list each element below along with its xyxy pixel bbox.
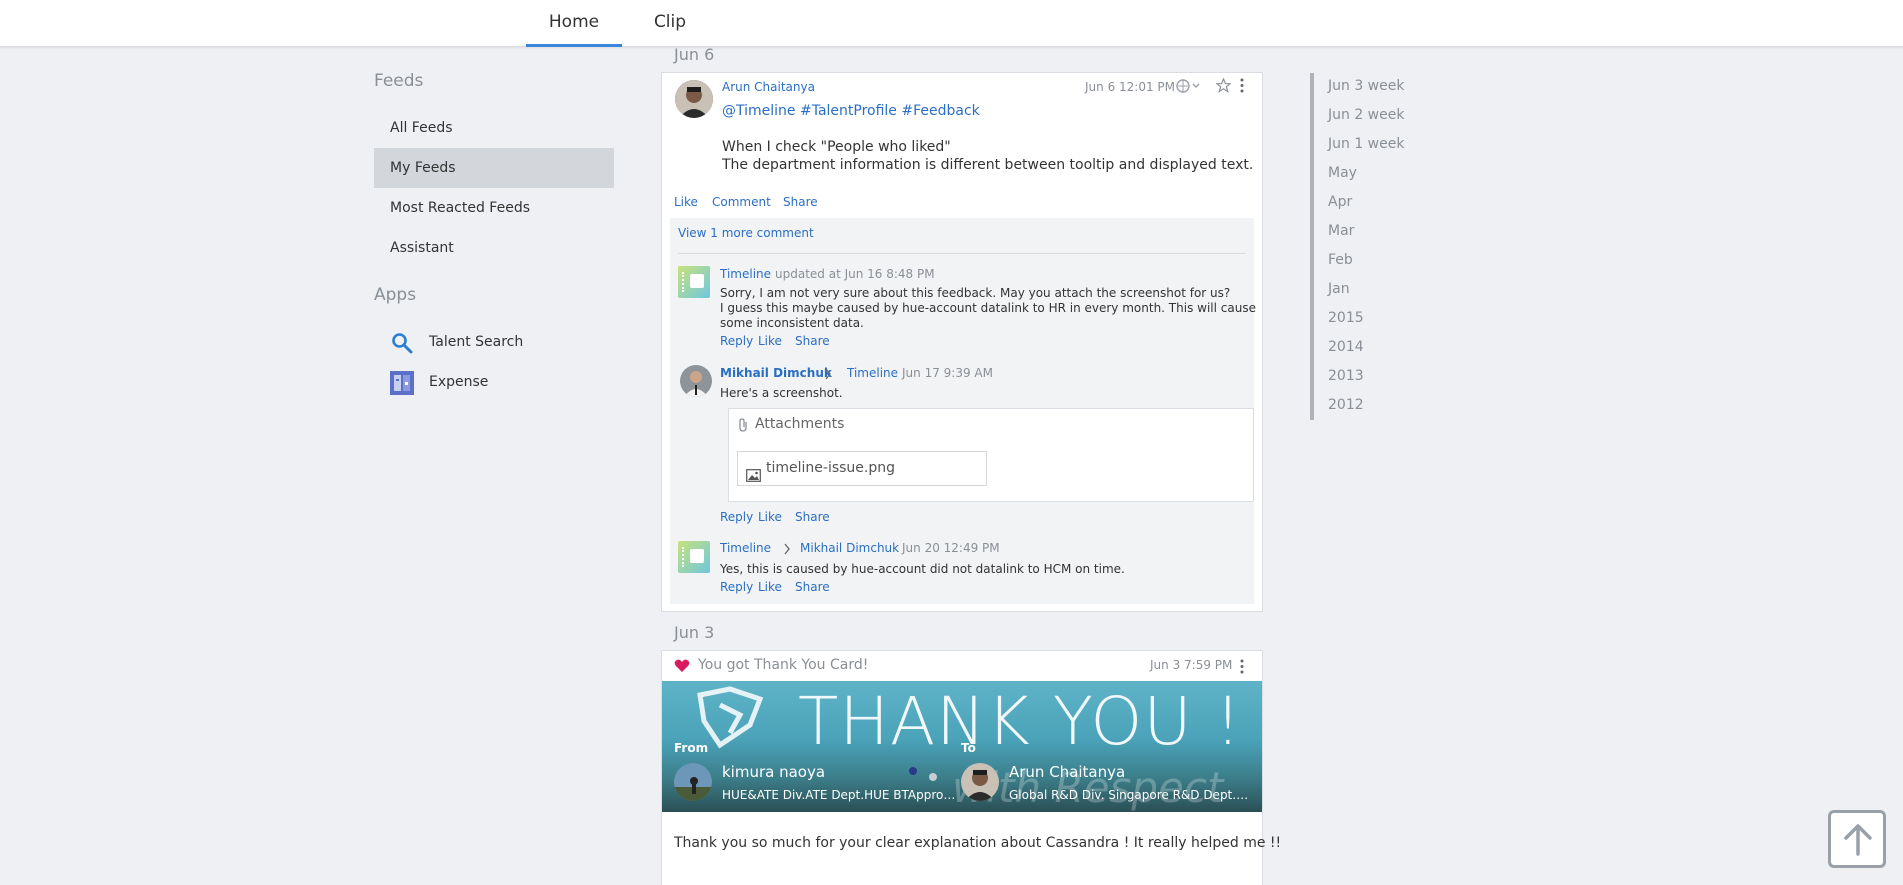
reply-button[interactable]: Reply <box>720 334 753 348</box>
tab-clip[interactable]: Clip <box>640 0 700 47</box>
comment-recipient[interactable]: Timeline <box>847 366 898 380</box>
date-header: Jun 3 <box>674 623 715 642</box>
thanks-title: You got Thank You Card! <box>698 657 869 673</box>
post-body-line: When I check "People who liked" <box>722 139 951 155</box>
avatar[interactable] <box>674 763 712 801</box>
timeline-item[interactable]: Mar <box>1328 223 1354 239</box>
to-label: To <box>961 741 976 755</box>
post-timestamp: Jun 6 12:01 PM <box>1085 80 1175 94</box>
from-department: HUE&ATE Div.ATE Dept.HUE BTApprova... <box>722 788 958 802</box>
avatar[interactable] <box>680 365 712 397</box>
globe-icon[interactable] <box>1176 78 1200 98</box>
comment-text: I guess this maybe caused by hue-account… <box>720 301 1256 315</box>
timeline-item[interactable]: Feb <box>1328 252 1353 268</box>
comment-text: Yes, this is caused by hue-account did n… <box>720 562 1125 576</box>
attachment-file[interactable]: timeline-issue.png <box>737 451 987 486</box>
to-department: Global R&D Div. Singapore R&D Dept.Si... <box>1009 788 1255 802</box>
sidebar-item-all-feeds[interactable]: All Feeds <box>374 108 614 148</box>
feed-post-card: Arun Chaitanya Jun 6 12:01 PM @Timeline … <box>661 72 1263 612</box>
star-icon[interactable] <box>1215 77 1232 97</box>
share-button[interactable]: Share <box>783 195 818 209</box>
feeds-heading: Feeds <box>374 71 424 91</box>
from-name[interactable]: kimura naoya <box>722 763 825 781</box>
timeline-item[interactable]: May <box>1328 165 1357 181</box>
like-button[interactable]: Like <box>758 334 782 348</box>
more-menu-icon[interactable] <box>1239 659 1245 678</box>
scroll-to-top-button[interactable] <box>1828 810 1886 868</box>
timeline-item[interactable]: Jun 2 week <box>1328 107 1404 123</box>
post-body-line: The department information is different … <box>722 157 1254 173</box>
carousel-dot[interactable] <box>929 773 937 781</box>
timeline-item[interactable]: 2012 <box>1328 397 1364 413</box>
comments-section: View 1 more comment Timeline updated at … <box>670 218 1256 604</box>
like-button[interactable]: Like <box>758 510 782 524</box>
thanks-message: Thank you so much for your clear explana… <box>674 835 1282 851</box>
tab-home[interactable]: Home <box>526 0 622 47</box>
paperclip-icon <box>737 417 749 437</box>
share-button[interactable]: Share <box>795 334 830 348</box>
comment-meta: updated at Jun 16 8:48 PM <box>775 267 935 281</box>
view-more-comments-link[interactable]: View 1 more comment <box>678 226 814 240</box>
thank-you-banner: THANK YOU ! with Respect From To kimura … <box>662 681 1262 812</box>
avatar[interactable] <box>961 763 999 801</box>
comment-time: Jun 17 9:39 AM <box>902 366 993 380</box>
timeline-item[interactable]: 2015 <box>1328 310 1364 326</box>
attachment-filename: timeline-issue.png <box>766 460 896 476</box>
apps-heading: Apps <box>374 285 417 305</box>
timeline-item[interactable]: 2014 <box>1328 339 1364 355</box>
image-icon <box>746 462 761 495</box>
top-nav: Home Clip <box>0 0 1903 47</box>
sidebar-item-assistant[interactable]: Assistant <box>374 228 614 268</box>
attachments-box: Attachments timeline-issue.png <box>728 408 1254 502</box>
more-menu-icon[interactable] <box>1239 78 1245 97</box>
sidebar-item-my-feeds[interactable]: My Feeds <box>374 148 614 188</box>
search-icon <box>390 331 414 355</box>
chevron-right-icon <box>783 543 791 559</box>
timeline-item[interactable]: Apr <box>1328 194 1352 210</box>
sidebar-item-most-reacted-feeds[interactable]: Most Reacted Feeds <box>374 188 614 228</box>
comment-time: Jun 20 12:49 PM <box>902 541 1000 555</box>
comment-author[interactable]: Timeline <box>720 541 771 555</box>
timeline-bar <box>1310 73 1314 420</box>
thanks-timestamp: Jun 3 7:59 PM <box>1150 658 1233 672</box>
like-button[interactable]: Like <box>758 580 782 594</box>
post-author[interactable]: Arun Chaitanya <box>722 80 815 94</box>
share-button[interactable]: Share <box>795 510 830 524</box>
comment-text: some inconsistent data. <box>720 316 864 330</box>
comment-author[interactable]: Mikhail Dimchuk <box>720 366 832 380</box>
from-label: From <box>674 741 709 755</box>
comment-recipient[interactable]: Mikhail Dimchuk <box>800 541 899 555</box>
chevron-right-icon <box>824 368 832 384</box>
comment-text: Sorry, I am not very sure about this fee… <box>720 286 1231 300</box>
timeline-item[interactable]: Jan <box>1328 281 1350 297</box>
timeline-item[interactable]: Jun 3 week <box>1328 78 1404 94</box>
timeline-avatar[interactable] <box>678 541 710 573</box>
timeline-item[interactable]: 2013 <box>1328 368 1364 384</box>
banner-title: THANK YOU ! <box>798 683 1243 760</box>
heart-icon <box>674 659 690 677</box>
carousel-dot-active[interactable] <box>909 767 917 775</box>
attachments-label: Attachments <box>755 416 845 432</box>
app-label: Talent Search <box>429 334 524 350</box>
reply-button[interactable]: Reply <box>720 510 753 524</box>
comment-text: Here's a screenshot. <box>720 386 843 400</box>
timeline-avatar[interactable] <box>678 266 710 298</box>
post-tags[interactable]: @Timeline #TalentProfile #Feedback <box>722 103 980 119</box>
like-button[interactable]: Like <box>674 195 698 209</box>
app-label: Expense <box>429 374 489 390</box>
comment-button[interactable]: Comment <box>712 195 771 209</box>
share-button[interactable]: Share <box>795 580 830 594</box>
arrow-up-icon <box>1843 823 1873 861</box>
divider <box>678 253 1246 254</box>
thank-you-card: You got Thank You Card! Jun 3 7:59 PM TH… <box>661 650 1281 885</box>
to-name[interactable]: Arun Chaitanya <box>1009 763 1125 781</box>
date-header: Jun 6 <box>674 45 715 64</box>
timeline-item[interactable]: Jun 1 week <box>1328 136 1404 152</box>
comment-author[interactable]: Timeline <box>720 267 771 281</box>
reply-button[interactable]: Reply <box>720 580 753 594</box>
expense-icon <box>390 371 414 395</box>
avatar[interactable] <box>675 80 713 118</box>
